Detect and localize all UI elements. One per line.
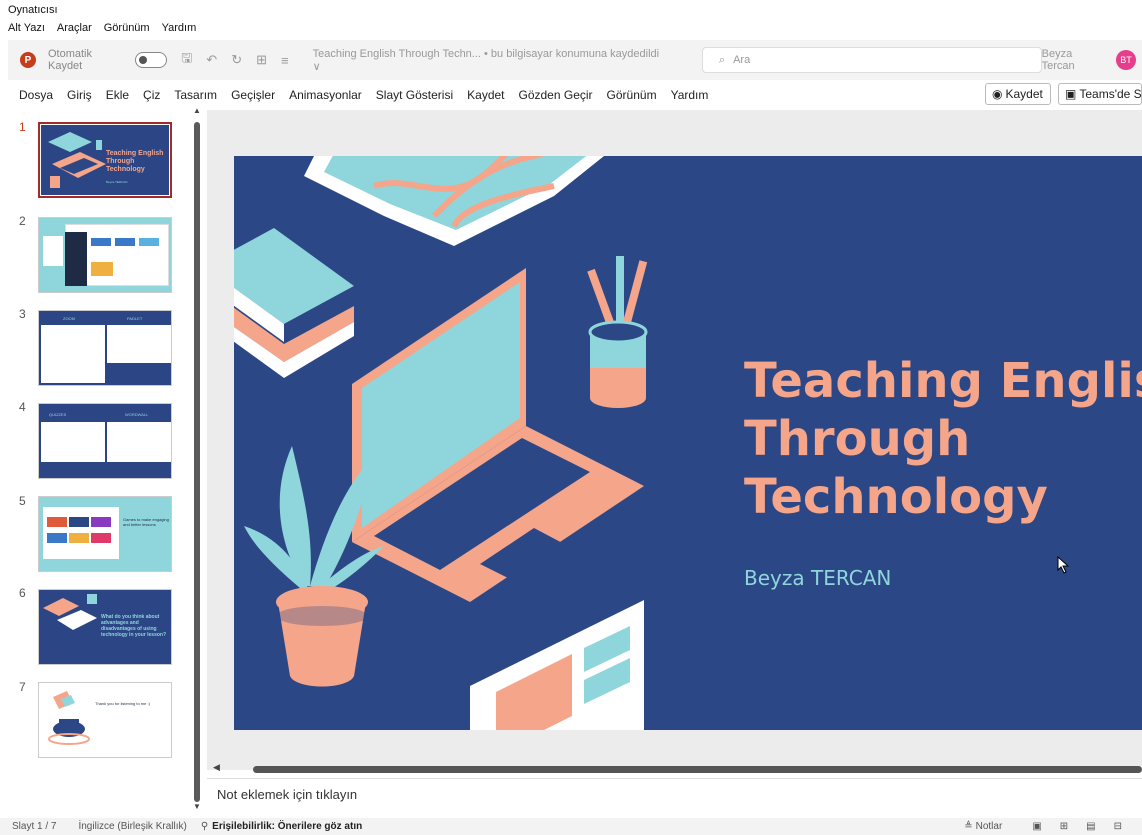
thumbnail-heading: WORDWALL	[125, 412, 149, 417]
thumbnail-heading: ZOOM	[63, 316, 75, 321]
tab-insert[interactable]: Ekle	[101, 88, 134, 102]
scrollbar-thumb[interactable]	[253, 766, 1142, 773]
slide-title[interactable]: Teaching English Through Technology	[744, 352, 1142, 526]
tab-animations[interactable]: Animasyonlar	[284, 88, 367, 102]
slide-sorter-icon[interactable]: ⊞	[1060, 821, 1068, 832]
slide-counter: Slayt 1 / 7	[12, 821, 57, 832]
slide-thumbnail-7[interactable]: Thank you for listening to me :)	[38, 682, 172, 758]
thumbnail-number: 5	[19, 494, 26, 508]
thumbnail-heading: QUIZZES	[49, 412, 67, 417]
thumbnail-number: 3	[19, 307, 26, 321]
mouse-cursor-icon	[1057, 556, 1069, 574]
present-icon[interactable]: ⊞	[256, 52, 267, 68]
thumbnail-illustration	[48, 691, 90, 745]
thumbnail-text: Thank you for listening to me :)	[95, 701, 150, 706]
slide-thumbnail-2[interactable]	[38, 217, 172, 293]
reading-view-icon[interactable]: ▤	[1086, 821, 1095, 832]
thumbnail-title: Teaching English Through Technology	[106, 150, 164, 173]
avatar[interactable]: BT	[1116, 50, 1136, 70]
scrollbar-thumb[interactable]	[194, 122, 200, 802]
accessibility-icon: ⚲	[200, 821, 209, 832]
tab-record[interactable]: Kaydet	[462, 88, 509, 102]
slide-thumbnail-6[interactable]: What do you think about advantages and d…	[38, 589, 172, 665]
host-menu-subtitles[interactable]: Alt Yazı	[8, 22, 45, 38]
thumbnail-number: 1	[19, 120, 26, 134]
search-icon: ⌕	[718, 53, 726, 66]
slide-thumbnail-pane: 1 Teaching English Through Technology Be…	[0, 110, 192, 810]
status-bar: Slayt 1 / 7 İngilizce (Birleşik Krallık)…	[0, 818, 1142, 835]
tab-home[interactable]: Giriş	[62, 88, 97, 102]
customize-toolbar-icon[interactable]: ≡	[281, 53, 289, 68]
browser-window-graphic	[470, 600, 644, 730]
tab-review[interactable]: Gözden Geçir	[514, 88, 598, 102]
title-bar: P Otomatik Kaydet 🖫 ↶ ↻ ⊞ ≡ Teaching Eng…	[8, 40, 1142, 80]
thumbnail-number: 4	[19, 400, 26, 414]
notes-toggle-icon[interactable]: ≜	[964, 821, 972, 832]
host-menu-help[interactable]: Yardım	[162, 22, 197, 38]
record-button[interactable]: ◉ Kaydet	[985, 83, 1051, 105]
undo-icon[interactable]: ↶	[206, 52, 217, 68]
record-icon: ◉	[992, 87, 1003, 101]
save-icon[interactable]: 🖫	[181, 49, 192, 71]
tab-help[interactable]: Yardım	[666, 88, 714, 102]
autosave-label: Otomatik Kaydet	[47, 48, 92, 72]
record-button-label: Kaydet	[1005, 87, 1043, 101]
host-menu-bar: Alt Yazı Araçlar Görünüm Yardım	[0, 22, 196, 38]
thumbnail-number: 2	[19, 214, 26, 228]
user-name[interactable]: Beyza Tercan	[1042, 48, 1108, 72]
tab-draw[interactable]: Çiz	[138, 88, 165, 102]
normal-view-icon[interactable]: ▣	[1032, 821, 1041, 832]
thumbnail-subtitle: Beyza TERCAN	[106, 180, 128, 184]
slideshow-icon[interactable]: ⊟	[1114, 821, 1122, 832]
document-title[interactable]: Teaching English Through Techn... • bu b…	[313, 48, 670, 73]
language-indicator[interactable]: İngilizce (Birleşik Krallık)	[78, 821, 186, 832]
host-menu-tools[interactable]: Araçlar	[57, 22, 92, 38]
search-box[interactable]: ⌕ Ara	[701, 47, 1042, 73]
notes-pane[interactable]: Not eklemek için tıklayın	[207, 778, 1142, 810]
tab-slideshow[interactable]: Slayt Gösterisi	[371, 88, 458, 102]
slide-thumbnail-1[interactable]: Teaching English Through Technology Beyz…	[38, 122, 172, 198]
redo-icon[interactable]: ↻	[231, 52, 242, 68]
thumbnail-text: Games to make engaging and better lesson…	[123, 517, 169, 527]
notes-placeholder: Not eklemek için tıklayın	[217, 787, 358, 802]
teams-button-label: Teams'de Su	[1079, 87, 1142, 101]
ribbon-tabs: Dosya Giriş Ekle Çiz Tasarım Geçişler An…	[8, 82, 1142, 108]
scroll-left-icon[interactable]: ◀	[213, 762, 220, 773]
host-window-title: Oynatıcısı	[8, 4, 58, 16]
slide-canvas[interactable]: Teaching English Through Technology Beyz…	[234, 156, 1142, 730]
thumbnail-number: 6	[19, 586, 26, 600]
search-placeholder: Ara	[733, 54, 751, 66]
powerpoint-logo-icon: P	[20, 52, 36, 68]
thumbnail-text: What do you think about advantages and d…	[101, 614, 167, 638]
notes-toggle-label[interactable]: Notlar	[976, 821, 1003, 832]
scroll-down-icon[interactable]: ▼	[193, 802, 201, 811]
slide-thumbnail-5[interactable]: Games to make engaging and better lesson…	[38, 496, 172, 572]
tab-file[interactable]: Dosya	[14, 88, 58, 102]
slide-author[interactable]: Beyza TERCAN	[744, 566, 891, 590]
pencil-cup-graphic	[587, 256, 648, 408]
thumbnail-number: 7	[19, 680, 26, 694]
slide-thumbnail-4[interactable]: QUIZZES WORDWALL	[38, 403, 172, 479]
plant-graphic	[244, 446, 384, 687]
tab-view[interactable]: Görünüm	[602, 88, 662, 102]
tab-transitions[interactable]: Geçişler	[226, 88, 280, 102]
editor-scrollbar[interactable]: ◀	[207, 762, 1142, 776]
scroll-up-icon[interactable]: ▲	[193, 106, 201, 115]
autosave-toggle[interactable]	[135, 52, 168, 68]
teams-icon: ▣	[1065, 87, 1077, 101]
map-graphic	[304, 156, 604, 246]
teams-share-button[interactable]: ▣ Teams'de Su	[1058, 83, 1142, 105]
slide-thumbnail-3[interactable]: ZOOM PADLET	[38, 310, 172, 386]
laptop-graphic	[352, 268, 644, 602]
tab-design[interactable]: Tasarım	[169, 88, 222, 102]
thumbnail-heading: PADLET	[127, 316, 143, 321]
host-menu-view[interactable]: Görünüm	[104, 22, 150, 38]
accessibility-status[interactable]: Erişilebilirlik: Önerilere göz atın	[212, 821, 362, 832]
thumbnail-scrollbar[interactable]: ▲ ▼	[193, 106, 201, 811]
slide-editor: Teaching English Through Technology Beyz…	[207, 110, 1142, 770]
books-graphic	[234, 228, 354, 378]
